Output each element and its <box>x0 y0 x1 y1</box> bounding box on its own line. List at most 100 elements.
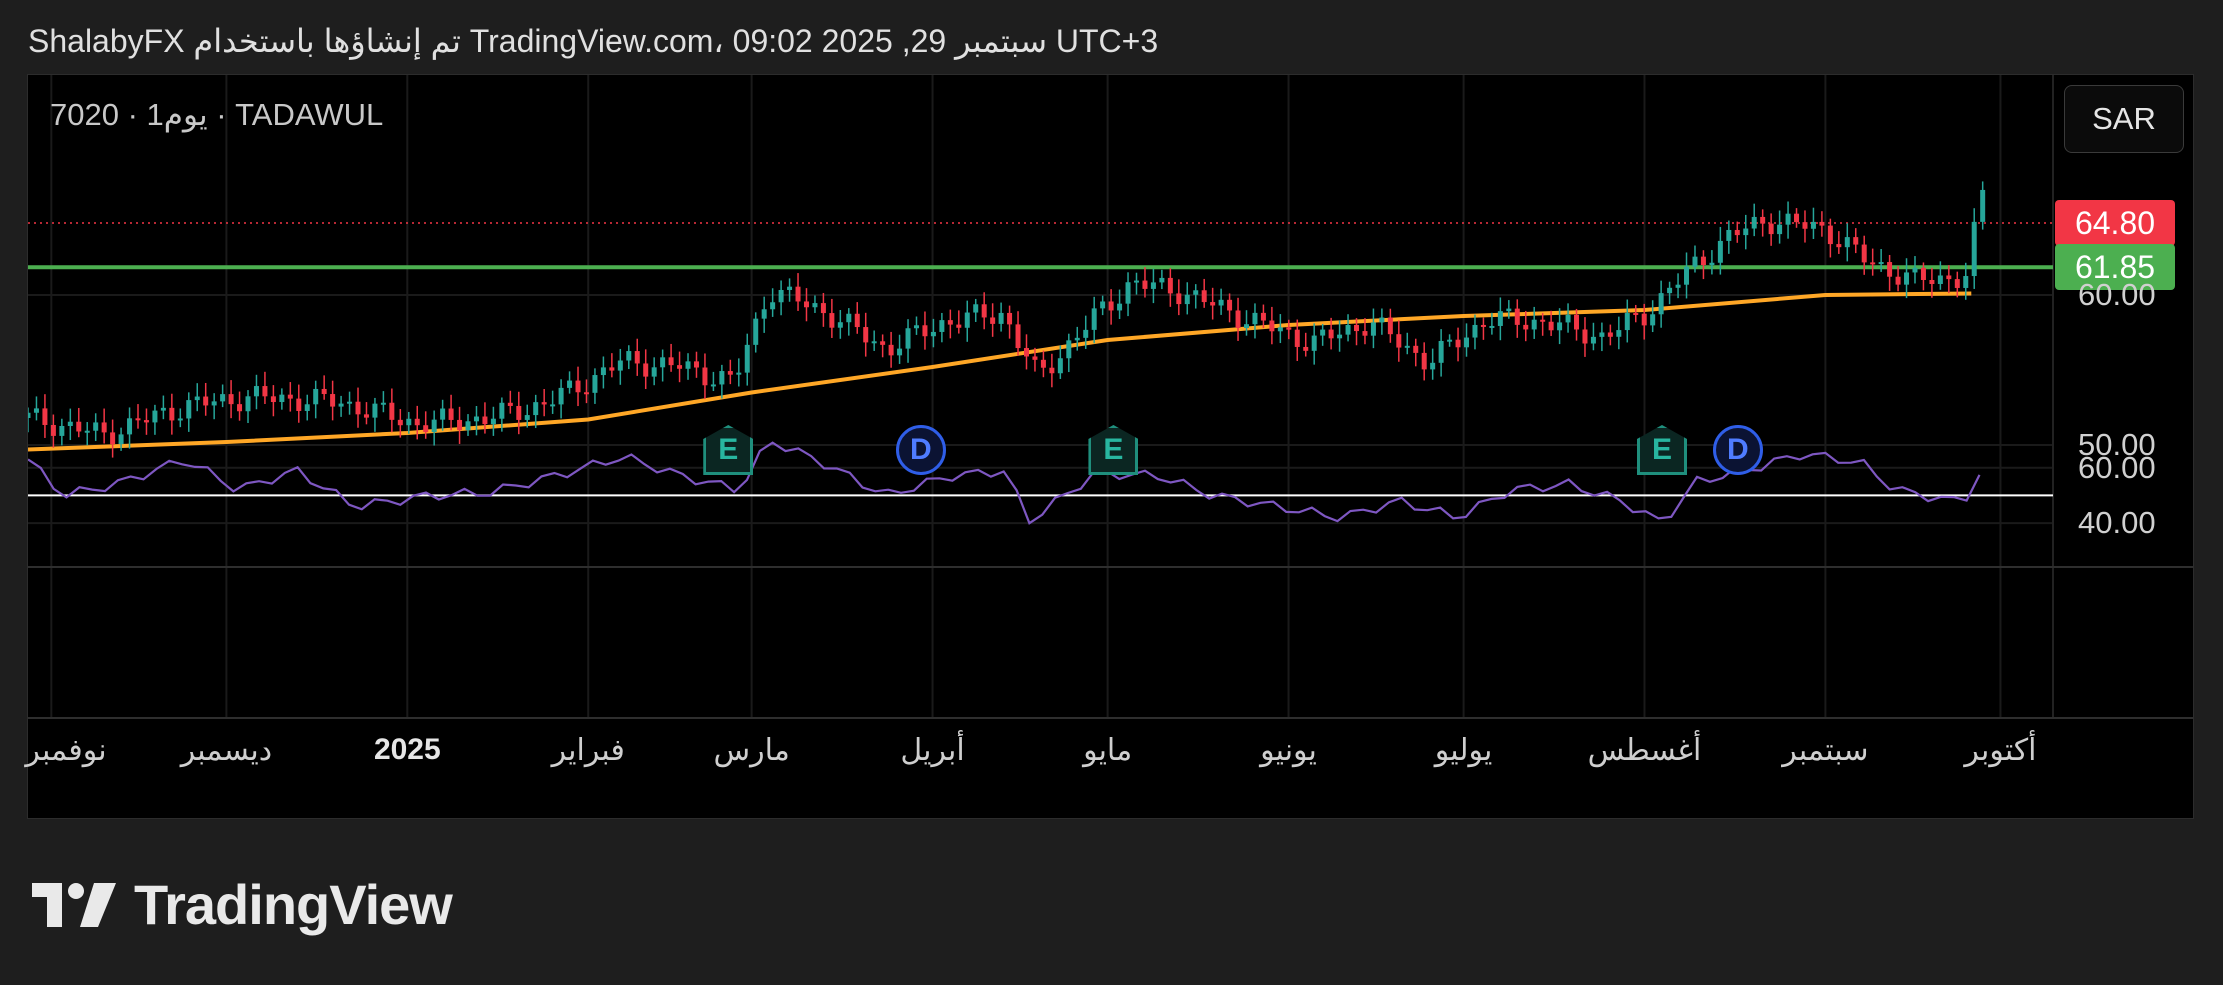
candle-body <box>524 415 530 420</box>
candle-body <box>330 394 336 407</box>
candle-body <box>287 394 293 399</box>
candle-body <box>803 301 809 308</box>
candle-body <box>1785 213 1791 225</box>
candle-body <box>270 396 276 403</box>
candle-body <box>440 408 446 420</box>
candle-body <box>1447 339 1453 342</box>
candle-body <box>448 408 454 420</box>
candle-body <box>888 344 894 356</box>
candle-body <box>33 408 39 413</box>
candle-body <box>1413 345 1419 353</box>
candle-body <box>1260 312 1266 321</box>
candle-body <box>939 320 945 332</box>
candle-body <box>1277 327 1283 332</box>
candle-body <box>1150 282 1156 289</box>
candle-body <box>1244 324 1250 328</box>
candle-body <box>1100 301 1106 309</box>
candle-body <box>177 418 183 421</box>
candle-body <box>880 341 886 345</box>
candle-body <box>558 387 564 405</box>
candle-body <box>1176 293 1182 305</box>
candle-body <box>1523 324 1529 330</box>
candle-body <box>423 425 429 433</box>
candle-body <box>296 398 302 411</box>
candle-body <box>1023 348 1029 357</box>
brand-name: TradingView <box>134 873 453 936</box>
candle-body <box>1667 287 1673 294</box>
candle-body <box>660 357 666 368</box>
candle-body <box>778 289 784 303</box>
candle-body <box>1074 337 1080 341</box>
candle-body <box>1920 267 1926 280</box>
candle-body <box>719 371 725 385</box>
candle-body <box>1286 327 1292 330</box>
chart-frame[interactable]: 7020 · 1يوم · TADAWUL SAR 64.80 61.85 60… <box>25 74 2194 819</box>
candle-body <box>1794 213 1800 223</box>
candle-body <box>465 421 471 431</box>
candle-body <box>127 418 133 435</box>
candle-body <box>1590 336 1596 344</box>
candle-body <box>186 400 192 419</box>
candle-body <box>101 422 107 433</box>
candle-body <box>990 317 996 324</box>
candle-body <box>1878 262 1884 265</box>
candle-body <box>922 325 928 337</box>
candle-body <box>1616 330 1622 337</box>
candle-body <box>583 392 589 395</box>
candle-body <box>1743 228 1749 236</box>
candle-body <box>1963 276 1969 288</box>
time-axis-label: يوليو <box>1434 734 1493 767</box>
candle-body <box>617 360 623 371</box>
candle-body <box>973 304 979 313</box>
currency-button[interactable]: SAR <box>2064 85 2184 153</box>
candle-body <box>414 418 420 426</box>
time-axis-label: سبتمبر <box>1782 734 1869 767</box>
candle-body <box>1049 367 1055 374</box>
dividend-event-icon[interactable]: D <box>895 425 946 475</box>
candle-body <box>321 388 327 395</box>
candle-body <box>1091 308 1097 330</box>
candle-body <box>567 380 573 388</box>
candle-body <box>1565 314 1571 323</box>
candle-body <box>592 375 598 393</box>
candle-body <box>1514 308 1520 325</box>
candle-body <box>1193 290 1199 295</box>
candle-body <box>169 407 175 421</box>
candle-body <box>787 286 793 290</box>
candle-body <box>1870 262 1876 265</box>
candle-body <box>600 367 606 376</box>
price-axis-label: 60.00 <box>2078 277 2156 312</box>
candle-body <box>84 430 90 433</box>
candle-body <box>575 380 581 393</box>
candle-body <box>1125 282 1131 304</box>
candle-body <box>1066 340 1072 359</box>
candle-body <box>550 404 556 407</box>
candle-body <box>1582 329 1588 344</box>
candle-body <box>1819 221 1825 226</box>
candle-body <box>1853 237 1859 245</box>
candle-body <box>770 302 776 310</box>
candle-body <box>753 318 759 345</box>
candle-body <box>1717 240 1723 263</box>
candle-body <box>194 396 200 401</box>
candle-body <box>1404 345 1410 348</box>
candle-body <box>897 348 903 356</box>
time-axis-label: مارس <box>713 734 790 767</box>
candle-body <box>1421 352 1427 370</box>
candle-body <box>1396 334 1402 348</box>
candle-body <box>67 421 73 426</box>
candle-body <box>1557 322 1563 331</box>
candle-body <box>499 402 505 419</box>
candle-body <box>1218 299 1224 306</box>
candle-body <box>1083 329 1089 338</box>
candle-body <box>651 367 657 377</box>
candle-body <box>1489 325 1495 328</box>
dividend-event-icon[interactable]: D <box>1712 425 1763 475</box>
candle-body <box>237 404 243 412</box>
candle-body <box>1912 267 1918 273</box>
candle-body <box>1294 329 1300 347</box>
candle-body <box>1506 308 1512 312</box>
candle-body <box>363 414 369 418</box>
candle-body <box>220 394 226 402</box>
candle-body <box>50 424 56 436</box>
